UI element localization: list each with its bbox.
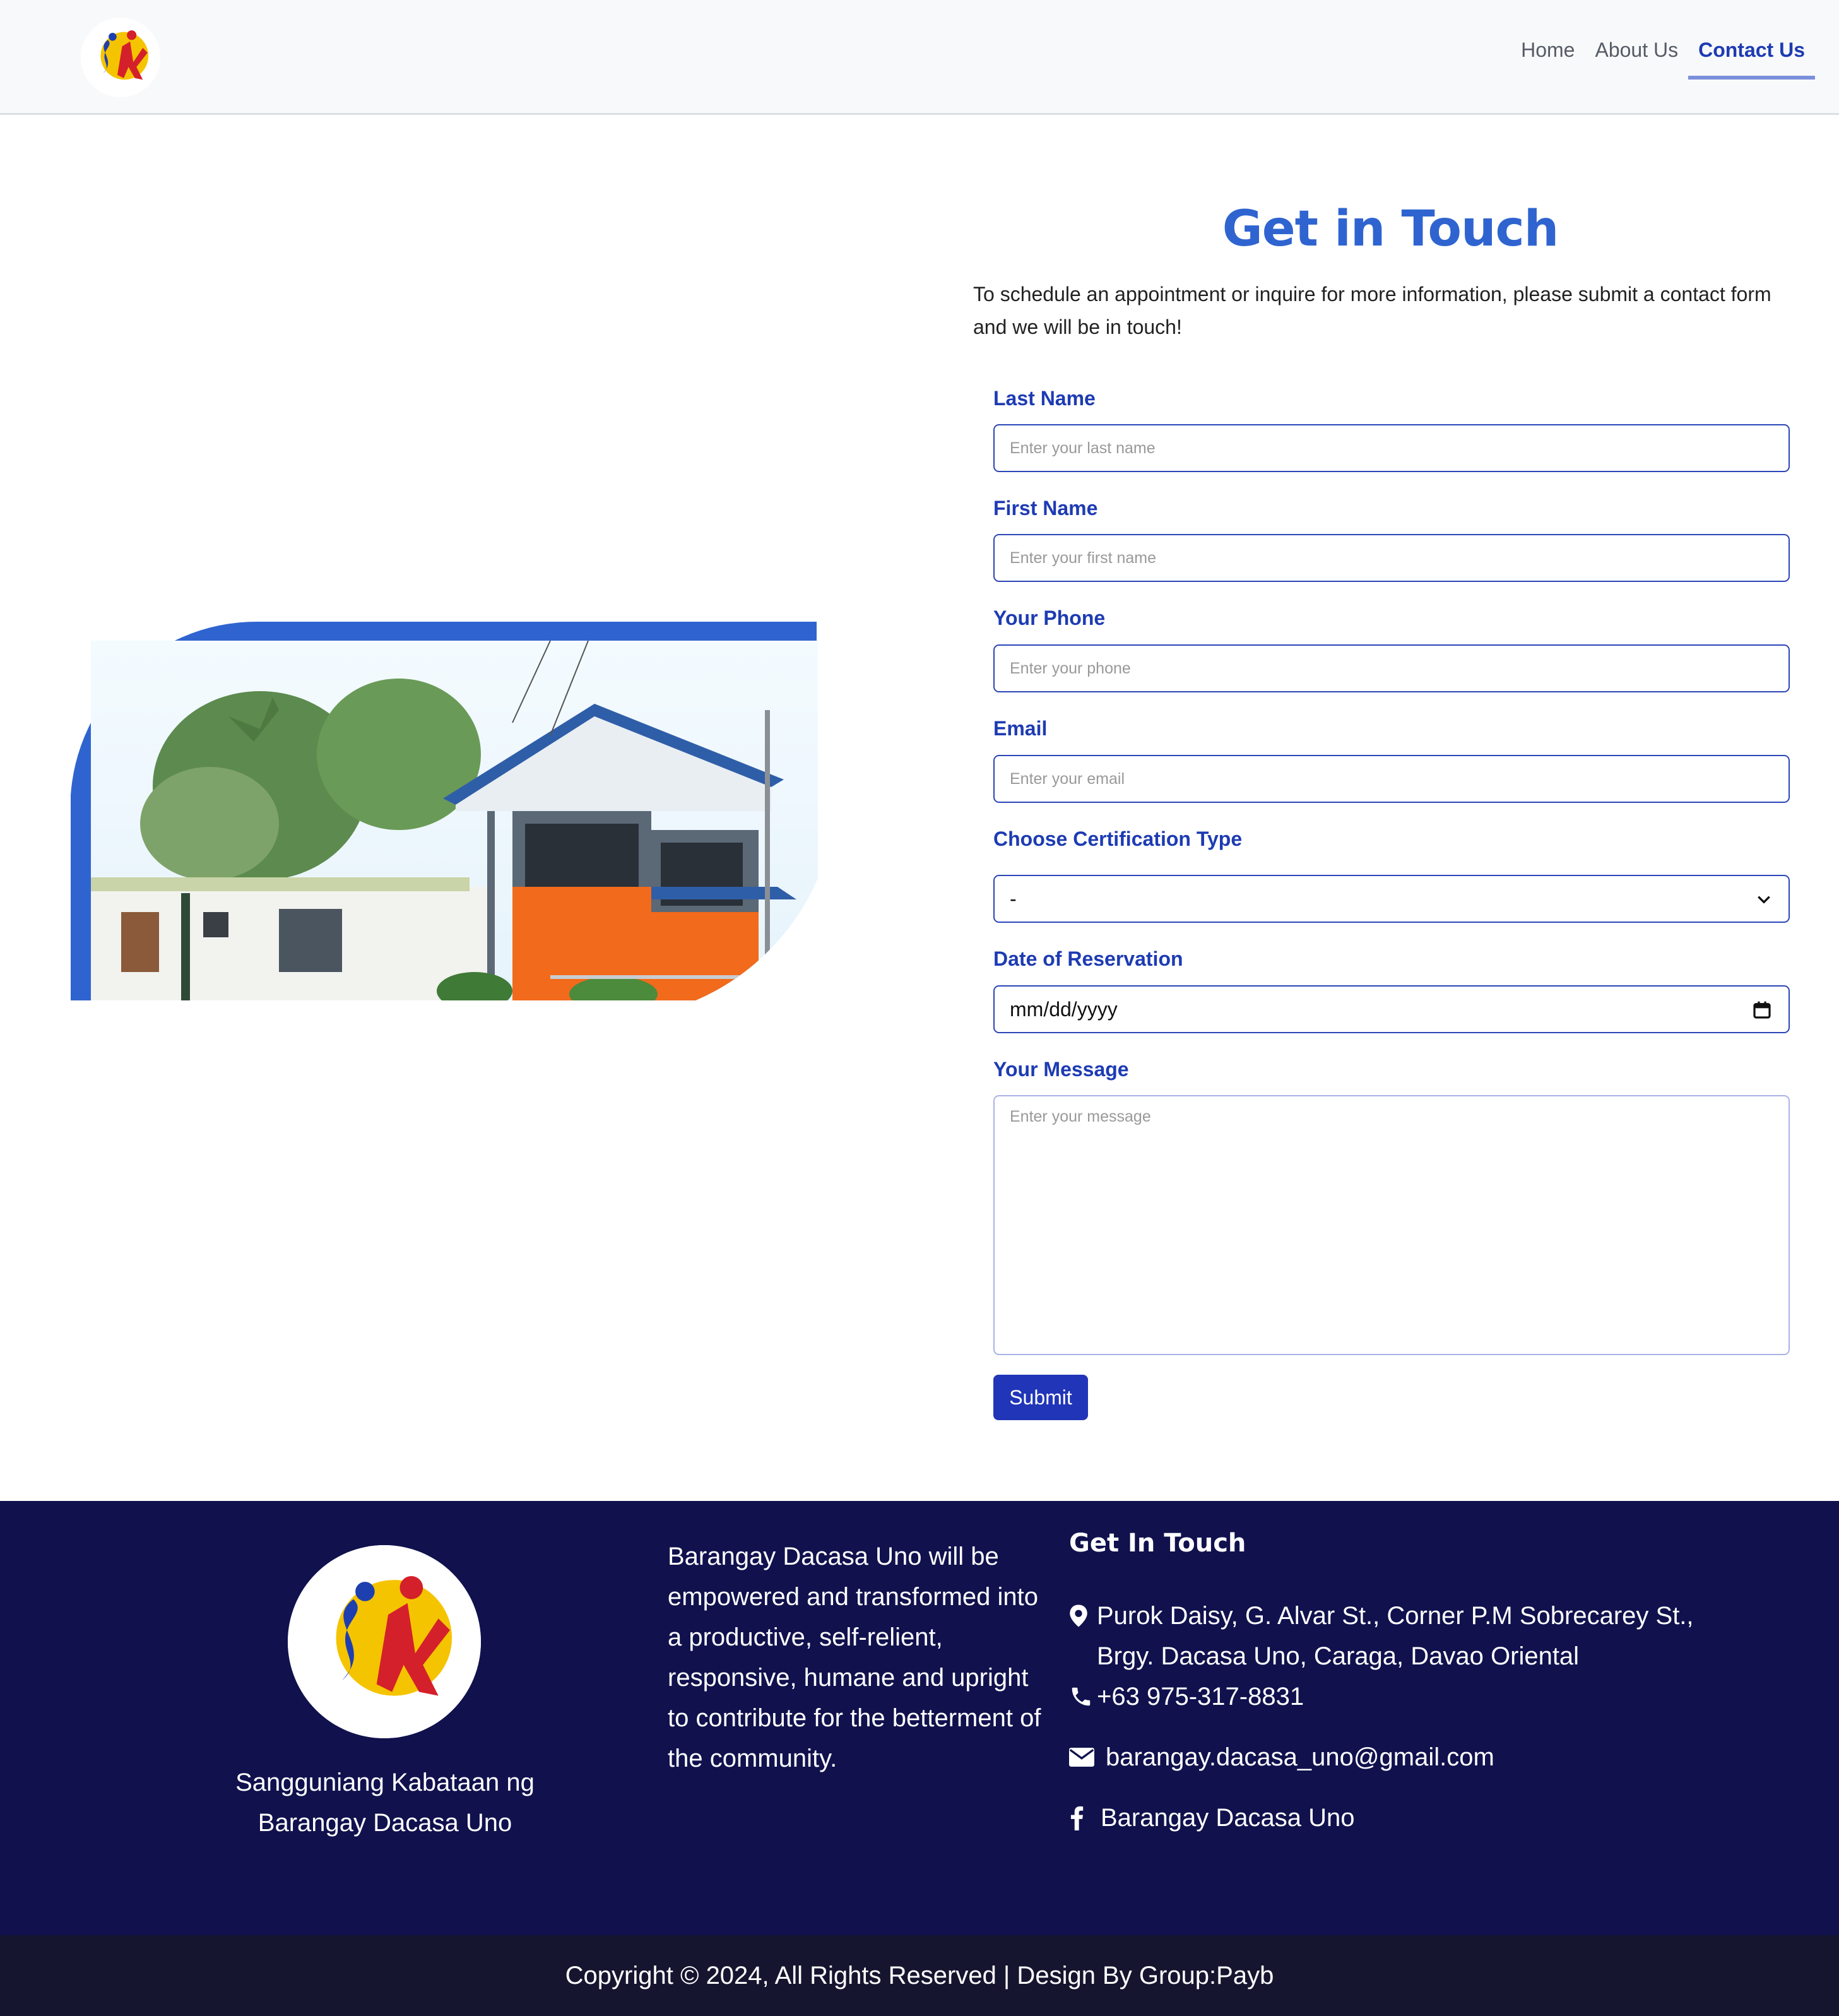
footer-address-line-1: Purok Daisy, G. Alvar St., Corner P.M So…: [1097, 1602, 1694, 1630]
footer-phone-number[interactable]: +63 975-317-8831: [1097, 1676, 1304, 1717]
footer-facebook: Barangay Dacasa Uno: [1069, 1798, 1354, 1838]
email-input[interactable]: Enter your email: [993, 755, 1790, 803]
copyright-bar: Copyright © 2024, All Rights Reserved | …: [0, 1935, 1839, 2016]
nav-contact-us[interactable]: Contact Us: [1688, 39, 1815, 80]
map-pin-icon: [1069, 1596, 1097, 1636]
sk-logo-footer: [288, 1545, 481, 1738]
footer-org-line-1: Sangguniang Kabataan ng: [235, 1769, 535, 1796]
submit-button[interactable]: Submit: [993, 1375, 1088, 1420]
footer-phone: +63 975-317-8831: [1069, 1676, 1304, 1717]
footer-org-name: Sangguniang Kabataan ng Barangay Dacasa …: [196, 1762, 574, 1843]
first-name-label: First Name: [993, 497, 1098, 519]
message-label: Your Message: [993, 1058, 1129, 1081]
reservation-date-input[interactable]: mm/dd/yyyy: [993, 985, 1790, 1033]
footer-email: barangay.dacasa_uno@gmail.com: [1069, 1737, 1494, 1777]
contact-intro: To schedule an appointment or inquire fo…: [973, 283, 1771, 338]
page-title: Get in Touch: [1222, 201, 1559, 258]
certification-type-value: -: [1010, 887, 1017, 910]
certification-type-label: Choose Certification Type: [993, 827, 1243, 850]
last-name-label: Last Name: [993, 387, 1096, 410]
last-name-placeholder: Enter your last name: [1010, 439, 1156, 457]
message-textarea[interactable]: Enter your message: [993, 1095, 1790, 1355]
reservation-date-label: Date of Reservation: [993, 947, 1183, 970]
sk-logo[interactable]: [81, 18, 160, 97]
envelope-icon: [1069, 1737, 1106, 1777]
footer-email-address[interactable]: barangay.dacasa_uno@gmail.com: [1106, 1737, 1494, 1777]
phone-label: Your Phone: [993, 607, 1106, 629]
phone-input[interactable]: Enter your phone: [993, 644, 1790, 692]
main-nav: Home About Us Contact Us: [1511, 0, 1815, 115]
footer-facebook-name[interactable]: Barangay Dacasa Uno: [1101, 1798, 1354, 1838]
copyright-text: Copyright © 2024, All Rights Reserved | …: [565, 1961, 1274, 1989]
email-label: Email: [993, 717, 1048, 740]
nav-home[interactable]: Home: [1511, 39, 1585, 80]
calendar-icon[interactable]: [1752, 999, 1772, 1021]
site-footer: Sangguniang Kabataan ng Barangay Dacasa …: [0, 1501, 1839, 1935]
email-placeholder: Enter your email: [1010, 769, 1125, 788]
first-name-input[interactable]: Enter your first name: [993, 534, 1790, 582]
footer-address-line-2: Brgy. Dacasa Uno, Caraga, Davao Oriental: [1097, 1642, 1580, 1670]
phone-icon: [1069, 1676, 1097, 1717]
footer-address: Purok Daisy, G. Alvar St., Corner P.M So…: [1069, 1596, 1694, 1676]
first-name-placeholder: Enter your first name: [1010, 548, 1157, 567]
reservation-date-value: mm/dd/yyyy: [1010, 997, 1118, 1021]
chevron-down-icon: [1758, 896, 1770, 904]
footer-heading: Get In Touch: [1069, 1529, 1246, 1558]
phone-placeholder: Enter your phone: [1010, 659, 1131, 677]
facebook-icon: [1069, 1798, 1101, 1838]
footer-org-line-2: Barangay Dacasa Uno: [257, 1809, 512, 1837]
certification-type-select[interactable]: -: [993, 875, 1790, 923]
barangay-hall-photo: [70, 621, 818, 1012]
site-header: Home About Us Contact Us: [0, 0, 1839, 115]
message-placeholder: Enter your message: [1010, 1108, 1151, 1125]
last-name-input[interactable]: Enter your last name: [993, 424, 1790, 472]
nav-about-us[interactable]: About Us: [1585, 39, 1688, 80]
footer-mission: Barangay Dacasa Uno will be empowered an…: [668, 1543, 1041, 1772]
